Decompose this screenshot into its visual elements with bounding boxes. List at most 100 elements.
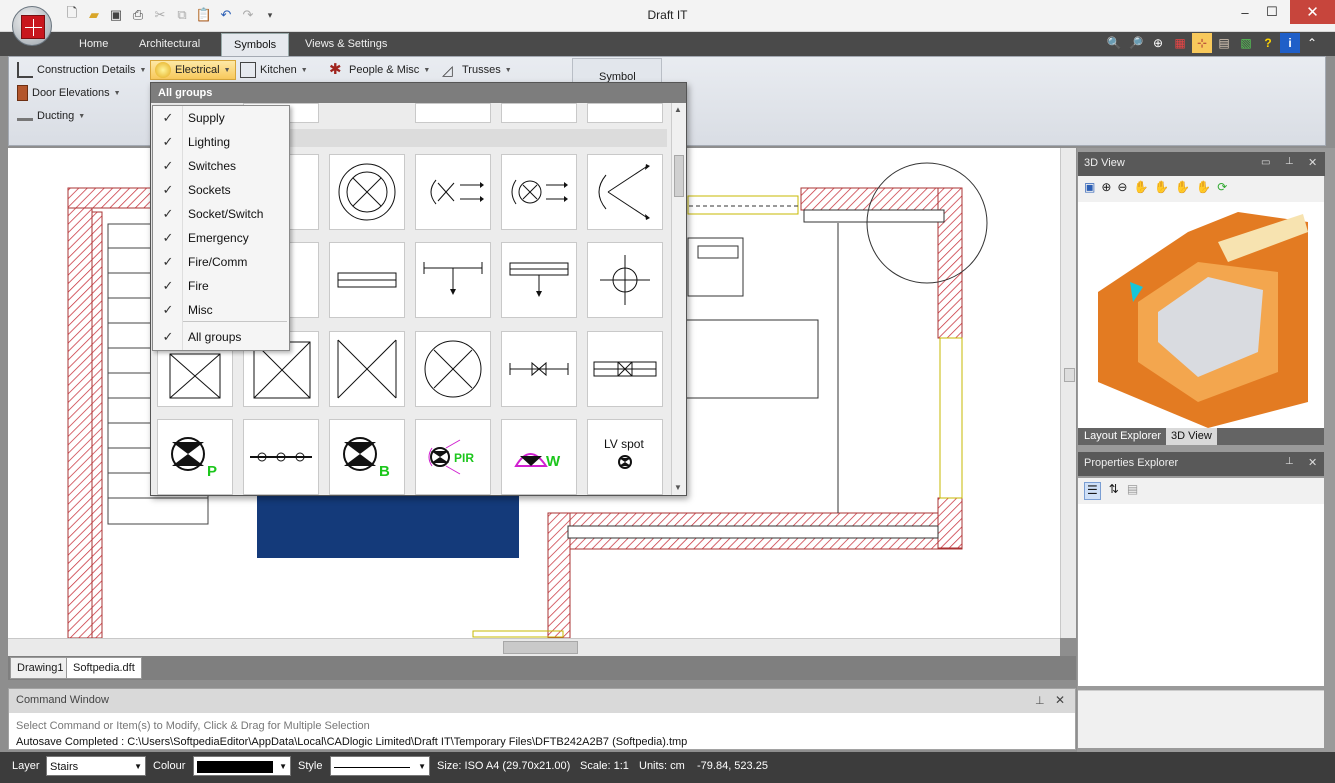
- layers-icon[interactable]: ▤: [1214, 33, 1234, 53]
- zoom-extents-icon[interactable]: 🔎: [1126, 33, 1146, 53]
- symbol-cell[interactable]: [587, 103, 663, 123]
- tab-views-settings[interactable]: Views & Settings: [293, 33, 399, 56]
- symbol-b-label: B: [379, 463, 390, 480]
- command-window-title: Command Window: [9, 689, 1075, 713]
- symbol-fluorescent-down[interactable]: [501, 242, 577, 318]
- style-select[interactable]: ▼: [330, 756, 430, 776]
- pin-icon[interactable]: ⊥: [1285, 456, 1294, 467]
- save-icon[interactable]: ▣: [1084, 180, 1095, 198]
- desktop-preview-image: [257, 496, 519, 558]
- symbol-light-double-circle[interactable]: [329, 154, 405, 230]
- view3d-viewport[interactable]: ▣ ⊕ ⊖ ✋ ✋ ✋ ✋ ⟳: [1078, 176, 1324, 428]
- door-elevations-button[interactable]: Door Elevations ▼: [13, 83, 125, 103]
- menu-item-switches[interactable]: ✓ Switches: [153, 154, 289, 178]
- electrical-button[interactable]: Electrical ▼: [150, 60, 236, 80]
- trusses-button[interactable]: ◿ Trusses ▼: [438, 60, 516, 80]
- maximize-button[interactable]: ☐: [1257, 0, 1287, 24]
- symbol-pir-sensor[interactable]: PIR: [415, 419, 491, 495]
- menu-item-fire-comm[interactable]: ✓ Fire/Comm: [153, 250, 289, 274]
- panel-menu-icon[interactable]: ▭: [1261, 157, 1270, 168]
- close-icon[interactable]: ✕: [1055, 693, 1065, 707]
- close-button[interactable]: ✕: [1290, 0, 1335, 24]
- categorized-icon[interactable]: ☰: [1084, 482, 1101, 500]
- rotate-left-icon[interactable]: ✋: [1133, 180, 1148, 198]
- symbol-light-arrows[interactable]: [415, 154, 491, 230]
- tab-3d-view[interactable]: 3D View: [1166, 428, 1217, 445]
- zoom-window-icon[interactable]: 🔍: [1104, 33, 1124, 53]
- grid-icon[interactable]: ▦: [1170, 33, 1190, 53]
- electrical-label: Electrical: [175, 64, 220, 76]
- tilt-up-icon[interactable]: ✋: [1175, 180, 1190, 198]
- zoom-in-icon[interactable]: ⊕: [1101, 180, 1111, 198]
- symbol-light-diagonal-arrows[interactable]: [587, 154, 663, 230]
- pin-icon[interactable]: ⊥: [1285, 156, 1294, 167]
- zoom-out-icon[interactable]: ⊖: [1117, 180, 1127, 198]
- refresh-icon[interactable]: ⟳: [1217, 180, 1227, 198]
- symbol-light-circle-arrows[interactable]: [501, 154, 577, 230]
- symbol-cell[interactable]: [501, 103, 577, 123]
- symbol-fluorescent[interactable]: [329, 242, 405, 318]
- menu-item-supply[interactable]: ✓ Supply: [153, 106, 289, 130]
- symbol-emergency-b[interactable]: B: [329, 419, 405, 495]
- export-icon[interactable]: ▧: [1236, 33, 1256, 53]
- menu-item-sockets[interactable]: ✓ Sockets: [153, 178, 289, 202]
- symbol-wall-light-w[interactable]: W: [501, 419, 577, 495]
- tab-layout-explorer[interactable]: Layout Explorer: [1078, 428, 1167, 445]
- menu-item-lighting[interactable]: ✓ Lighting: [153, 130, 289, 154]
- construction-details-button[interactable]: Construction Details ▼: [13, 60, 150, 80]
- scroll-down-icon[interactable]: ▼: [674, 483, 682, 492]
- chevron-down-icon: ▼: [279, 762, 287, 771]
- door-icon: [17, 85, 28, 101]
- symbol-target-light[interactable]: [587, 242, 663, 318]
- kitchen-button[interactable]: Kitchen ▼: [236, 60, 312, 80]
- menu-item-fire[interactable]: ✓ Fire: [153, 274, 289, 298]
- symbol-open-box-cross[interactable]: [329, 331, 405, 407]
- vertical-scrollbar[interactable]: [1060, 148, 1076, 638]
- pin-icon[interactable]: ⊥: [1035, 694, 1045, 707]
- colour-select[interactable]: ▼: [193, 756, 291, 776]
- tab-home[interactable]: Home: [67, 33, 120, 56]
- symbol-circle-cross[interactable]: [415, 331, 491, 407]
- ducting-button[interactable]: Ducting ▼: [13, 106, 89, 126]
- tab-architectural[interactable]: Architectural: [127, 33, 212, 56]
- menu-item-all-groups[interactable]: ✓ All groups: [153, 325, 289, 349]
- gallery-scroll-thumb[interactable]: [674, 155, 684, 197]
- zoom-in-icon[interactable]: ⊕: [1148, 33, 1168, 53]
- sort-alphabetical-icon[interactable]: ⇅: [1109, 482, 1119, 500]
- help-icon[interactable]: ?: [1258, 33, 1278, 53]
- property-pages-icon[interactable]: ▤: [1127, 482, 1138, 500]
- close-icon[interactable]: ✕: [1308, 156, 1317, 169]
- vertical-scroll-thumb[interactable]: [1064, 368, 1075, 382]
- scroll-up-icon[interactable]: ▲: [674, 105, 682, 114]
- colour-label: Colour: [153, 760, 186, 772]
- symbol-track-lights[interactable]: [243, 419, 319, 495]
- symbol-cell[interactable]: [415, 103, 491, 123]
- check-icon: ✓: [162, 278, 174, 293]
- application-menu-button[interactable]: [12, 6, 52, 46]
- minimize-button[interactable]: –: [1230, 0, 1260, 24]
- people-misc-button[interactable]: ✱ People & Misc ▼: [325, 60, 434, 80]
- doc-tab-drawing1[interactable]: Drawing1: [10, 657, 71, 679]
- symbol-box-fitting[interactable]: [587, 331, 663, 407]
- doc-tab-softpedia[interactable]: Softpedia.dft: [66, 657, 142, 679]
- ribbon-minimize-icon[interactable]: ⌃: [1302, 33, 1322, 53]
- close-icon[interactable]: ✕: [1308, 456, 1317, 469]
- symbol-emergency-p[interactable]: P: [157, 419, 233, 495]
- symbol-lv-spot[interactable]: LV spot: [587, 419, 663, 495]
- menu-item-misc[interactable]: ✓ Misc: [153, 298, 289, 322]
- horizontal-scroll-thumb[interactable]: [503, 641, 578, 654]
- layer-select[interactable]: Stairs ▼: [46, 756, 146, 776]
- symbol-batten-down[interactable]: [415, 242, 491, 318]
- gallery-scrollbar[interactable]: ▲ ▼: [671, 103, 686, 495]
- lightbulb-icon: [155, 62, 171, 78]
- rotate-right-icon[interactable]: ✋: [1154, 180, 1169, 198]
- check-icon: ✓: [162, 206, 174, 221]
- horizontal-scrollbar[interactable]: [8, 638, 1060, 656]
- tab-symbols[interactable]: Symbols: [221, 33, 290, 56]
- menu-item-emergency[interactable]: ✓ Emergency: [153, 226, 289, 250]
- info-icon[interactable]: i: [1280, 33, 1300, 53]
- snap-icon[interactable]: ⊹: [1192, 33, 1212, 53]
- menu-item-socket-switch[interactable]: ✓ Socket/Switch: [153, 202, 289, 226]
- symbol-bowtie-line[interactable]: [501, 331, 577, 407]
- tilt-down-icon[interactable]: ✋: [1196, 180, 1211, 198]
